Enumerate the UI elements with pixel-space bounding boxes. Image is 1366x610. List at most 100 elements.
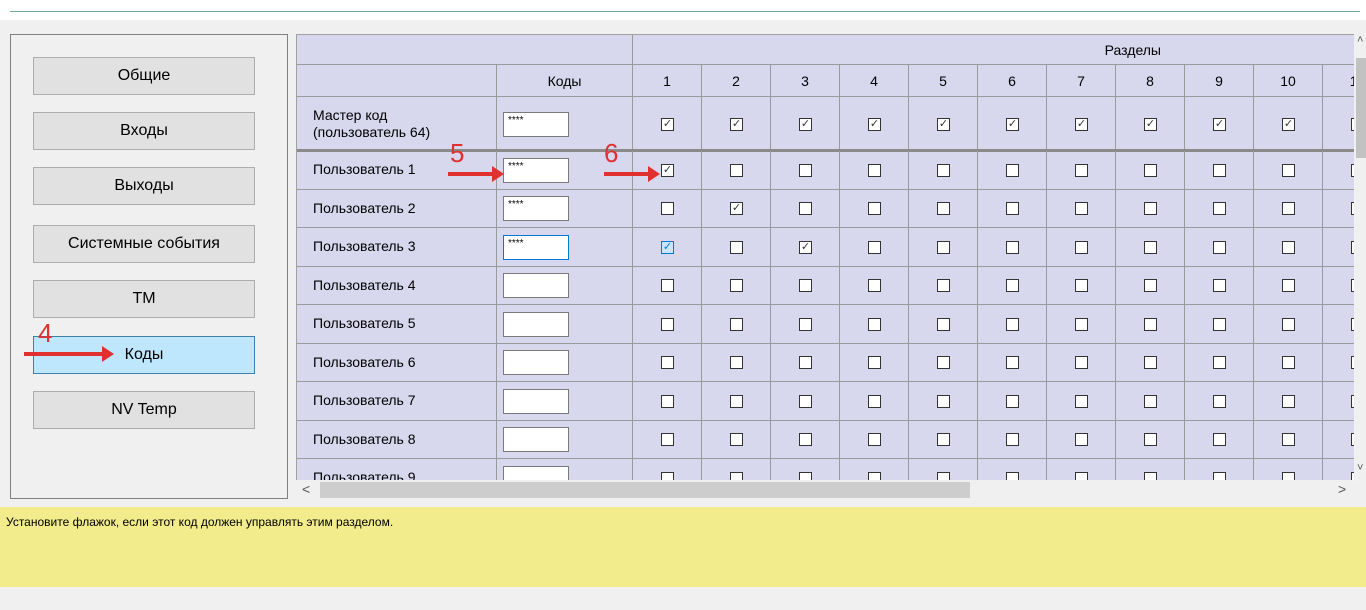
section-checkbox[interactable] [730,163,743,177]
scroll-down-icon[interactable]: ˅ [1357,462,1363,474]
section-checkbox[interactable]: ✓ [1144,117,1157,131]
section-checkbox[interactable] [1075,163,1088,177]
section-checkbox[interactable] [868,279,881,293]
section-checkbox[interactable]: ✓ [661,117,674,131]
section-checkbox[interactable] [1144,317,1157,331]
section-checkbox[interactable] [1006,356,1019,370]
section-checkbox[interactable] [868,202,881,216]
section-checkbox[interactable] [1213,279,1226,293]
section-checkbox[interactable] [799,163,812,177]
vertical-scroll-thumb[interactable] [1356,58,1366,158]
section-checkbox[interactable] [937,433,950,447]
section-checkbox[interactable] [1075,317,1088,331]
section-checkbox[interactable] [1144,433,1157,447]
section-checkbox[interactable] [1282,317,1295,331]
section-checkbox[interactable] [1144,240,1157,254]
scroll-right-icon[interactable]: > [1338,481,1346,497]
code-input[interactable]: **** [503,111,569,137]
section-checkbox[interactable]: ✓ [730,117,743,131]
section-checkbox[interactable] [1075,433,1088,447]
section-checkbox[interactable] [661,433,674,447]
code-input[interactable]: **** [503,157,569,183]
section-checkbox[interactable] [1144,202,1157,216]
section-checkbox[interactable] [1144,356,1157,370]
section-checkbox[interactable] [937,394,950,408]
section-checkbox[interactable] [937,163,950,177]
section-checkbox[interactable] [1213,394,1226,408]
code-input[interactable] [503,311,569,337]
section-checkbox[interactable] [661,279,674,293]
section-checkbox[interactable] [799,356,812,370]
section-checkbox[interactable] [1144,279,1157,293]
section-checkbox[interactable] [1282,163,1295,177]
code-input[interactable] [503,273,569,299]
section-checkbox[interactable] [1213,356,1226,370]
section-checkbox[interactable] [868,317,881,331]
section-checkbox[interactable] [1213,433,1226,447]
section-checkbox[interactable] [1006,433,1019,447]
section-checkbox[interactable] [1282,356,1295,370]
section-checkbox[interactable] [661,202,674,216]
section-checkbox[interactable]: ✓ [799,240,812,254]
section-checkbox[interactable] [730,279,743,293]
code-input[interactable] [503,427,569,453]
section-checkbox[interactable] [1075,240,1088,254]
section-checkbox[interactable]: ✓ [730,202,743,216]
section-checkbox[interactable] [1075,356,1088,370]
section-checkbox[interactable]: ✓ [1075,117,1088,131]
section-checkbox[interactable]: ✓ [661,240,674,254]
section-checkbox[interactable] [1075,202,1088,216]
section-checkbox[interactable] [937,240,950,254]
section-checkbox[interactable] [799,394,812,408]
nav-button-general[interactable]: Общие [33,57,255,95]
code-input[interactable]: **** [503,196,569,222]
section-checkbox[interactable] [1006,240,1019,254]
section-checkbox[interactable] [1213,202,1226,216]
code-input[interactable]: **** [503,234,569,260]
section-checkbox[interactable] [1006,163,1019,177]
section-checkbox[interactable] [868,433,881,447]
section-checkbox[interactable] [1006,317,1019,331]
section-checkbox[interactable] [730,317,743,331]
section-checkbox[interactable]: ✓ [1213,117,1226,131]
section-checkbox[interactable] [937,279,950,293]
section-checkbox[interactable] [937,202,950,216]
horizontal-scroll-thumb[interactable] [320,482,970,498]
section-checkbox[interactable]: ✓ [1006,117,1019,131]
section-checkbox[interactable] [1006,279,1019,293]
section-checkbox[interactable] [1282,279,1295,293]
section-checkbox[interactable] [1282,433,1295,447]
section-checkbox[interactable] [1075,279,1088,293]
section-checkbox[interactable] [1006,394,1019,408]
scroll-left-icon[interactable]: < [302,481,310,497]
section-checkbox[interactable] [730,240,743,254]
section-checkbox[interactable] [868,240,881,254]
section-checkbox[interactable] [868,163,881,177]
scroll-up-icon[interactable]: ˄ [1357,34,1363,46]
section-checkbox[interactable] [937,356,950,370]
section-checkbox[interactable]: ✓ [937,117,950,131]
nav-button-outputs[interactable]: Выходы [33,167,255,205]
section-checkbox[interactable] [661,317,674,331]
section-checkbox[interactable] [1144,163,1157,177]
nav-button-tm[interactable]: TM [33,280,255,318]
section-checkbox[interactable] [1282,394,1295,408]
section-checkbox[interactable] [937,317,950,331]
section-checkbox[interactable] [799,433,812,447]
section-checkbox[interactable] [868,356,881,370]
section-checkbox[interactable]: ✓ [799,117,812,131]
section-checkbox[interactable] [1282,202,1295,216]
section-checkbox[interactable] [799,279,812,293]
code-input[interactable] [503,350,569,376]
section-checkbox[interactable] [799,317,812,331]
section-checkbox[interactable] [661,394,674,408]
nav-button-inputs[interactable]: Входы [33,112,255,150]
section-checkbox[interactable]: ✓ [868,117,881,131]
nav-button-nv-temp[interactable]: NV Temp [33,391,255,429]
section-checkbox[interactable] [868,394,881,408]
section-checkbox[interactable] [1213,317,1226,331]
section-checkbox[interactable] [730,356,743,370]
section-checkbox[interactable] [730,433,743,447]
section-checkbox[interactable] [1213,240,1226,254]
nav-button-system-events[interactable]: Системные события [33,225,255,263]
